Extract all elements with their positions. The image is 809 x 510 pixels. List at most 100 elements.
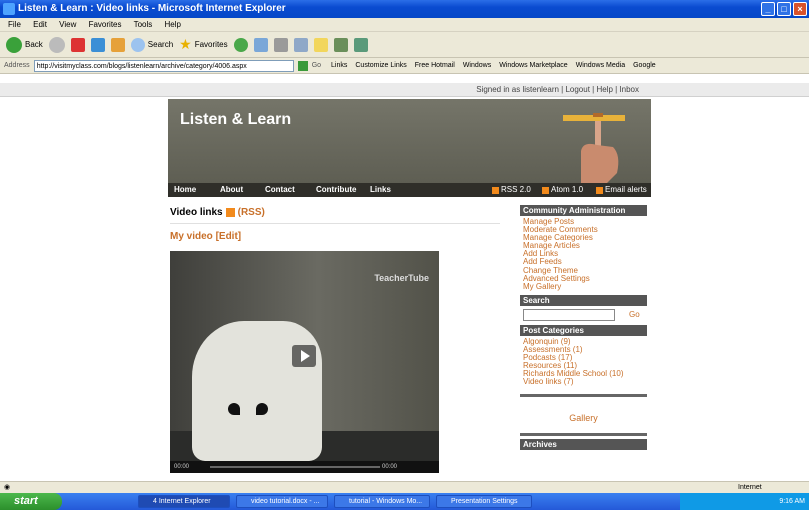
menu-favorites[interactable]: Favorites: [89, 20, 122, 29]
gallery-link[interactable]: Gallery: [520, 413, 647, 423]
admin-link[interactable]: My Gallery: [520, 282, 647, 291]
status-bar: ◉ Internet: [0, 481, 809, 493]
nav-links[interactable]: Links: [370, 183, 391, 197]
task-internet-explorer[interactable]: 4 Internet Explorer: [138, 495, 230, 508]
start-button[interactable]: start: [0, 493, 62, 510]
nav-contribute[interactable]: Contribute: [316, 183, 356, 197]
menu-help[interactable]: Help: [165, 20, 181, 29]
taskbar: start 4 Internet Explorer video tutorial…: [0, 493, 809, 510]
menu-edit[interactable]: Edit: [33, 20, 47, 29]
forward-button[interactable]: [48, 36, 65, 53]
menu-file[interactable]: File: [8, 20, 21, 29]
nav-home[interactable]: Home: [174, 183, 196, 197]
menu-bar: File Edit View Favorites Tools Help: [0, 18, 809, 32]
duration: 00:00: [382, 464, 398, 470]
seek-bar[interactable]: [210, 466, 380, 468]
page-title: Video links: [170, 207, 223, 218]
address-bar: Address http://visitmyclass.com/blogs/li…: [0, 58, 809, 74]
search-input[interactable]: [523, 308, 615, 321]
rss-icon: [596, 186, 603, 194]
page-content: Signed in as listenlearn | Logout | Help…: [0, 75, 809, 481]
categories-heading: Post Categories: [520, 324, 647, 336]
links-label: Links: [331, 61, 348, 69]
task-movie-maker[interactable]: tutorial - Windows Mo...: [334, 495, 430, 508]
admin-links: Manage Posts Moderate Comments Manage Ca…: [520, 216, 647, 291]
feed-email[interactable]: Email alerts: [596, 183, 647, 197]
research-button[interactable]: [333, 37, 348, 52]
go-button[interactable]: Go: [312, 58, 321, 74]
go-arrow-icon[interactable]: [297, 60, 308, 71]
menu-tools[interactable]: Tools: [134, 20, 153, 29]
clock[interactable]: 9:16 AM: [779, 498, 805, 505]
favorites-button[interactable]: ★ Favorites: [179, 36, 227, 53]
star-icon: ★: [179, 36, 192, 52]
page-heading: Video links (RSS): [170, 207, 265, 218]
section-divider: [520, 394, 647, 398]
refresh-button[interactable]: [90, 37, 105, 52]
link-hotmail[interactable]: Free Hotmail: [415, 58, 455, 74]
link-marketplace[interactable]: Windows Marketplace: [499, 58, 567, 74]
back-button[interactable]: Back: [6, 36, 43, 53]
rss-icon: [542, 186, 549, 194]
hand-pencil-image: [563, 113, 625, 187]
site-header: Listen & Learn: [168, 99, 651, 195]
menu-view[interactable]: View: [59, 20, 76, 29]
folder-button[interactable]: [313, 37, 328, 52]
standard-toolbar: Back Search ★ Favorites: [0, 32, 809, 58]
link-windows-media[interactable]: Windows Media: [576, 58, 625, 74]
main-column: Video links (RSS) My video [Edit] Teache…: [168, 197, 503, 481]
rss-icon[interactable]: [225, 208, 235, 217]
links-bar: Links Customize Links Free Hotmail Windo…: [331, 58, 656, 74]
section-divider: [520, 433, 647, 437]
rss-link[interactable]: (RSS): [238, 207, 265, 218]
home-button[interactable]: [110, 37, 125, 52]
stop-button[interactable]: [70, 37, 85, 52]
nav-contact[interactable]: Contact: [265, 183, 295, 197]
search-icon: [130, 37, 145, 52]
sidebar: Community Administration Manage Posts Mo…: [520, 205, 647, 451]
mail-button[interactable]: [253, 37, 268, 52]
window-title: Listen & Learn : Video links - Microsoft…: [18, 3, 286, 14]
feed-rss[interactable]: RSS 2.0: [492, 183, 531, 197]
task-word-doc[interactable]: video tutorial.docx - ...: [236, 495, 328, 508]
ie-logo-icon: [3, 3, 15, 15]
search-button[interactable]: Search: [130, 37, 173, 52]
play-button[interactable]: [292, 345, 316, 367]
teachertube-logo: TeacherTube: [374, 273, 429, 283]
back-arrow-icon: [6, 36, 22, 53]
signed-in-bar[interactable]: Signed in as listenlearn | Logout | Help…: [0, 83, 809, 97]
search-go-button[interactable]: Go: [629, 310, 640, 319]
messenger-button[interactable]: [353, 37, 368, 52]
link-google[interactable]: Google: [633, 58, 656, 74]
task-presentation-settings[interactable]: Presentation Settings: [436, 495, 532, 508]
category-link[interactable]: Video links (7): [520, 378, 647, 386]
archives-heading: Archives: [520, 439, 647, 451]
video-subject: [192, 321, 322, 461]
maximize-button[interactable]: □: [777, 2, 791, 16]
video-player[interactable]: TeacherTube 00:00 00:00: [170, 251, 439, 473]
feed-atom[interactable]: Atom 1.0: [542, 183, 583, 197]
admin-heading: Community Administration: [520, 205, 647, 216]
page-icon: ◉: [4, 484, 11, 491]
window-titlebar[interactable]: Listen & Learn : Video links - Microsoft…: [0, 0, 809, 18]
address-input[interactable]: http://visitmyclass.com/blogs/listenlear…: [33, 59, 294, 72]
link-windows[interactable]: Windows: [463, 58, 491, 74]
site-title[interactable]: Listen & Learn: [180, 111, 291, 129]
print-button[interactable]: [273, 37, 288, 52]
nav-about[interactable]: About: [220, 183, 243, 197]
link-customize[interactable]: Customize Links: [355, 58, 406, 74]
play-time: 00:00: [174, 464, 190, 470]
video-controls[interactable]: 00:00 00:00: [170, 461, 439, 473]
heading-divider: [170, 223, 500, 224]
site-nav: Home About Contact Contribute Links RSS …: [168, 183, 651, 197]
system-tray: 9:16 AM: [680, 493, 809, 510]
minimize-button[interactable]: _: [761, 2, 775, 16]
video-eye-left: [228, 403, 240, 415]
video-eye-right: [256, 403, 268, 415]
edit-button[interactable]: [293, 37, 308, 52]
history-button[interactable]: [233, 37, 248, 52]
search-heading: Search: [520, 294, 647, 306]
close-button[interactable]: ×: [793, 2, 807, 16]
post-title[interactable]: My video [Edit]: [170, 231, 241, 242]
address-label: Address: [4, 61, 30, 69]
